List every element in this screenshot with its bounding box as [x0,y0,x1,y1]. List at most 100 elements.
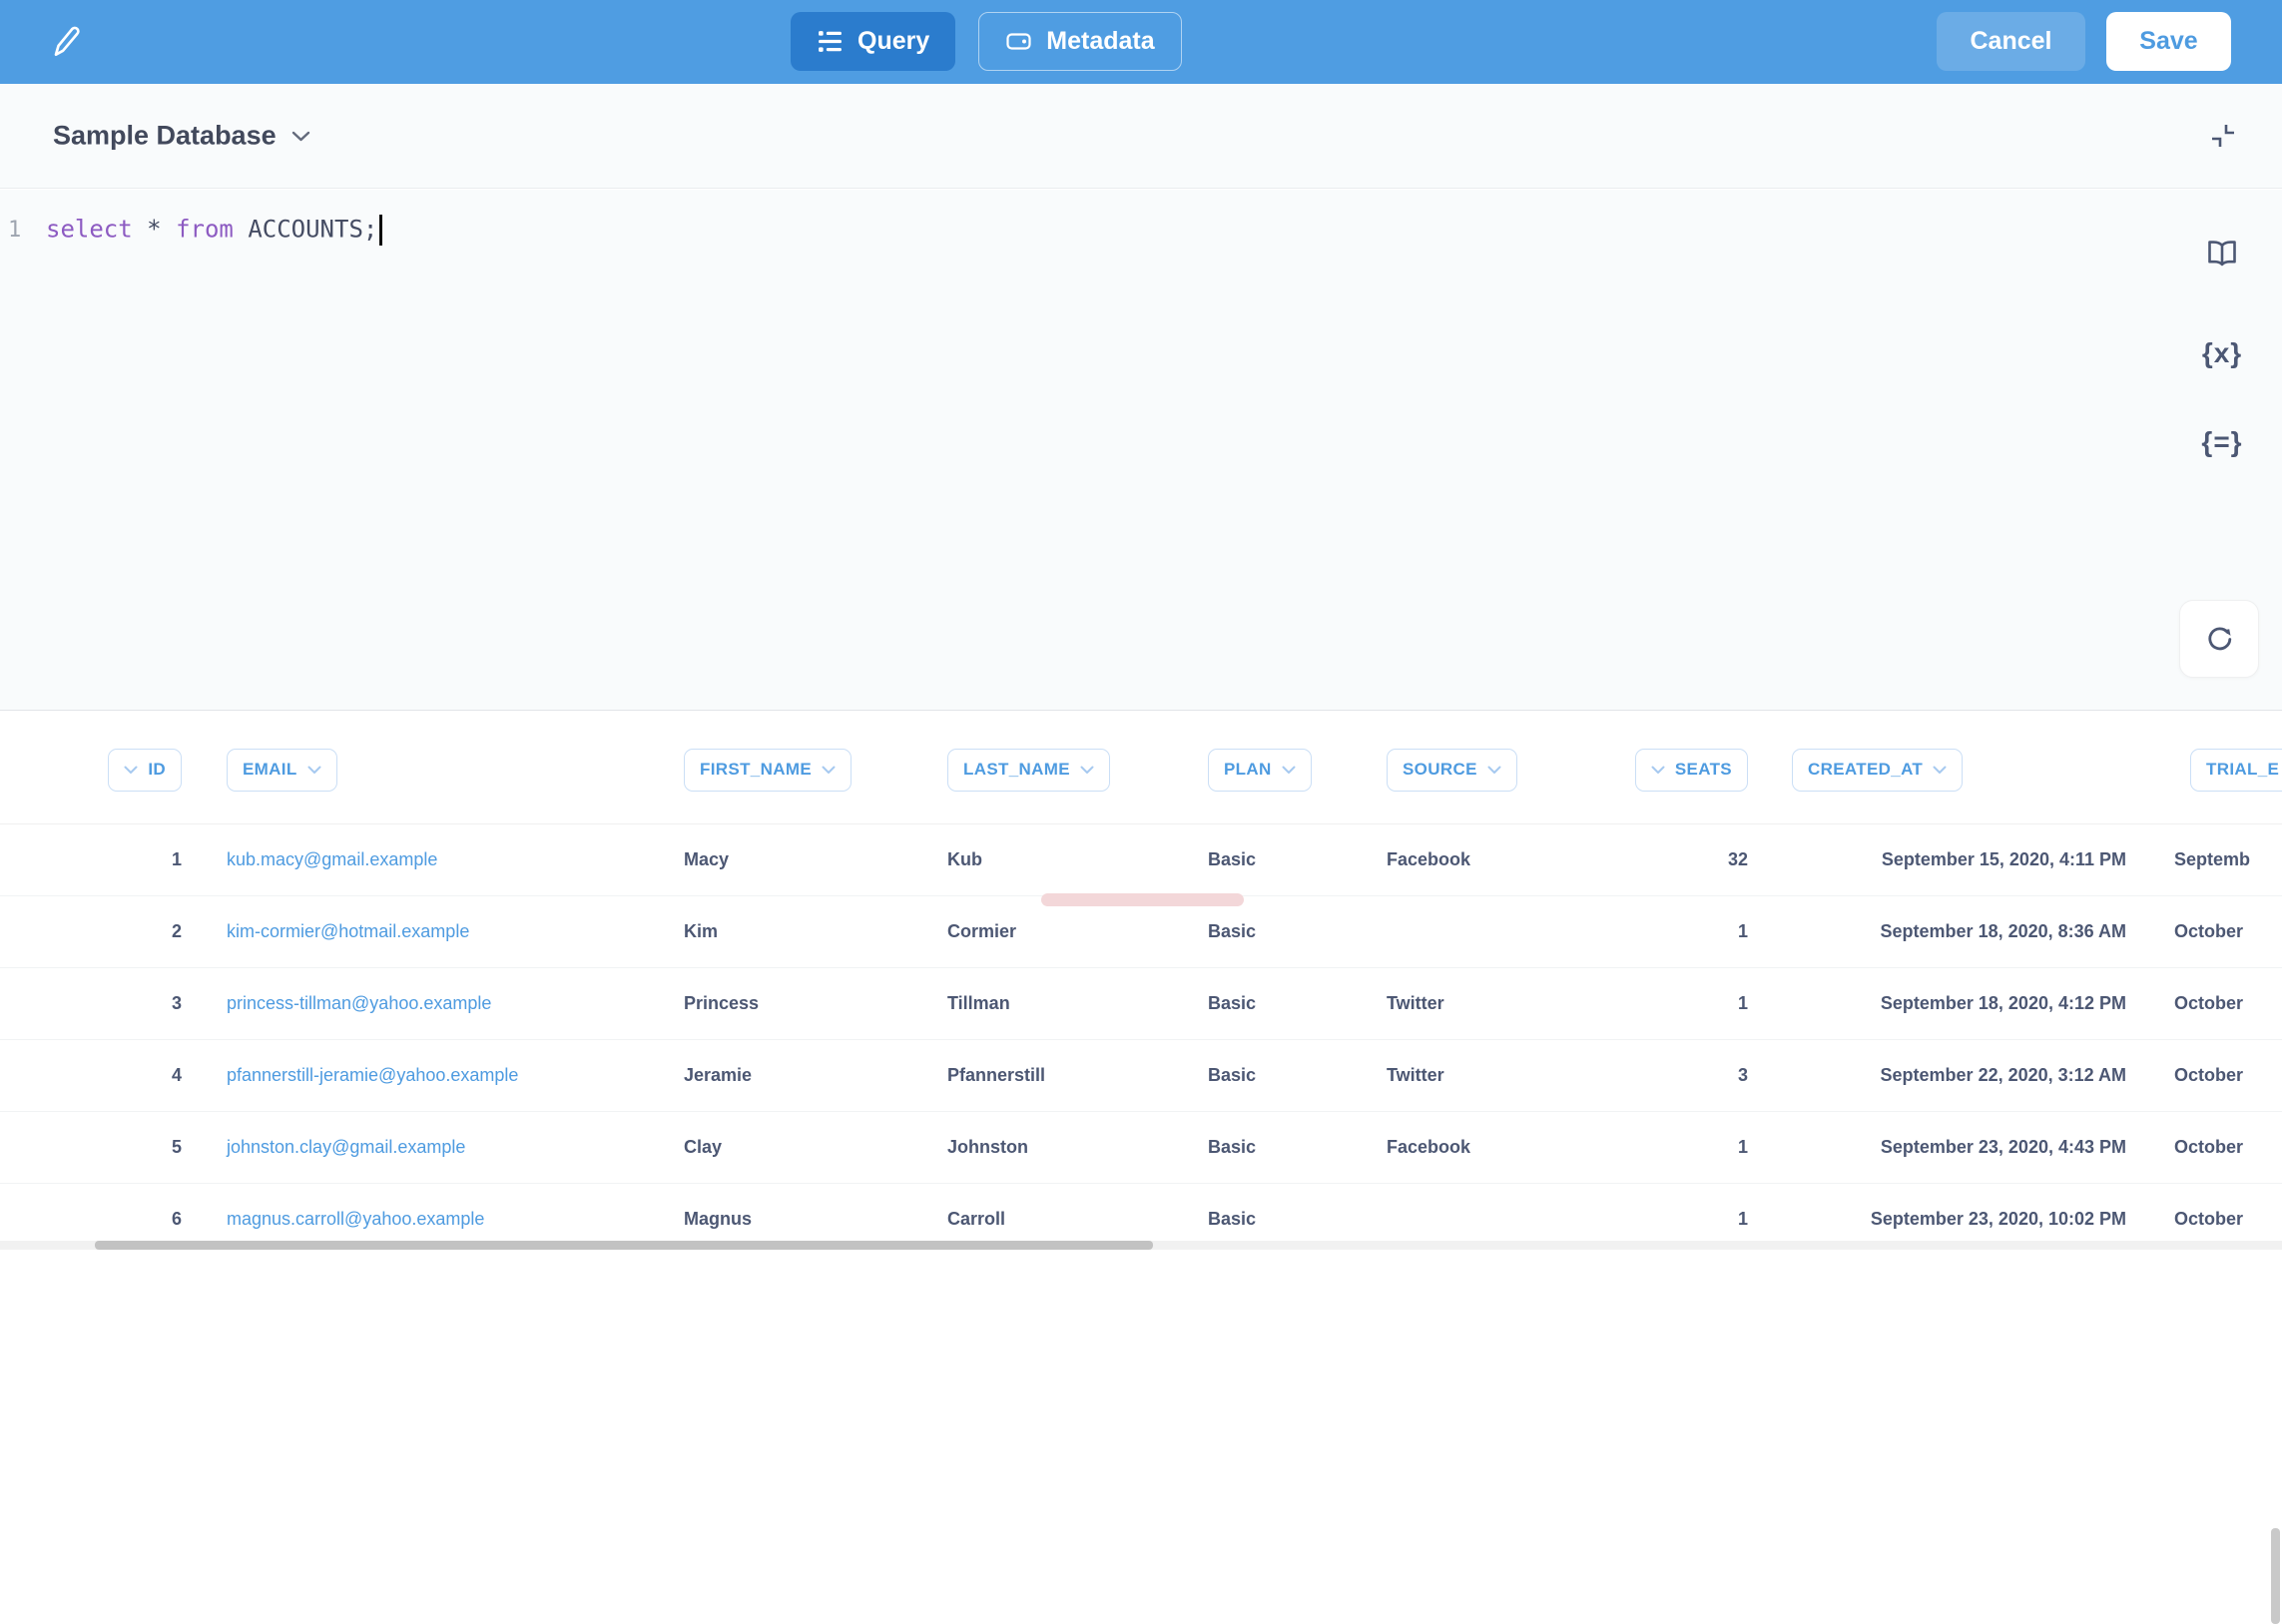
chevron-down-icon [1933,766,1947,775]
cell-trial: October [2153,896,2282,967]
sql-token: ACCOUNTS; [248,215,377,243]
column-label: EMAIL [243,760,297,780]
cell-plan: Basic [1183,896,1366,967]
cell-source: Facebook [1366,824,1581,895]
results-header: ID EMAIL FIRST_NAME LAST_NAME PLAN SOURCE SEAT… [0,712,2282,824]
line-number: 1 [0,218,46,243]
tab-metadata[interactable]: Metadata [978,12,1181,71]
cell-email[interactable]: kub.macy@gmail.example [200,824,662,895]
tab-query[interactable]: Query [791,12,955,71]
column-label: FIRST_NAME [700,760,812,780]
collapse-editor-icon[interactable] [2204,117,2242,155]
save-button[interactable]: Save [2106,12,2231,71]
tag-icon [1005,28,1032,55]
horizontal-scrollbar[interactable] [95,1241,1153,1250]
header-cell-id: ID [0,716,200,823]
cell-last_name: Johnston [928,1112,1183,1183]
sql-token: from [176,215,234,243]
cell-plan: Basic [1183,824,1366,895]
cell-id: 5 [0,1112,200,1183]
table-row: 3princess-tillman@yahoo.examplePrincessT… [0,968,2282,1040]
cell-trial: October [2153,1112,2282,1183]
cell-last_name: Tillman [928,968,1183,1039]
cell-seats: 1 [1581,896,1775,967]
sql-token [133,215,147,243]
top-bar: Query Metadata Cancel Save [0,0,2282,84]
pencil-icon[interactable] [50,24,82,60]
header-cell-created_at: CREATED_AT [1775,716,2153,823]
chevron-down-icon [1282,766,1296,775]
cell-plan: Basic [1183,968,1366,1039]
column-header-first_name[interactable]: FIRST_NAME [684,749,852,792]
cell-id: 4 [0,1040,200,1111]
cell-last_name: Kub [928,824,1183,895]
header-cell-email: EMAIL [200,716,662,823]
cell-trial: October [2153,1184,2282,1242]
column-header-last_name[interactable]: LAST_NAME [947,749,1110,792]
column-header-source[interactable]: SOURCE [1387,749,1517,792]
chevron-down-icon [1080,766,1094,775]
table-row: 2kim-cormier@hotmail.exampleKimCormierBa… [0,896,2282,968]
sql-token [162,215,176,243]
cell-email[interactable]: princess-tillman@yahoo.example [200,968,662,1039]
cell-email[interactable]: johnston.clay@gmail.example [200,1112,662,1183]
column-header-email[interactable]: EMAIL [227,749,337,792]
sql-editor[interactable]: 1 select * from ACCOUNTS; {x} {=} [0,190,2282,711]
cell-seats: 1 [1581,1184,1775,1242]
resize-drag-handle[interactable] [1041,893,1244,906]
cell-plan: Basic [1183,1040,1366,1111]
cell-source [1366,1184,1581,1242]
cell-trial: October [2153,968,2282,1039]
column-header-trial[interactable]: TRIAL_E [2190,749,2282,792]
column-label: SEATS [1675,760,1732,780]
column-label: LAST_NAME [963,760,1070,780]
column-header-seats[interactable]: SEATS [1635,749,1748,792]
refresh-button[interactable] [2179,600,2259,678]
cancel-button[interactable]: Cancel [1937,12,2085,71]
horizontal-scrollbar-track [0,1241,2282,1250]
text-cursor [379,215,382,246]
vertical-scrollbar[interactable] [2271,1528,2280,1624]
chevron-down-icon [1487,766,1501,775]
view-tabs: Query Metadata [791,12,1182,71]
tab-query-label: Query [857,27,929,56]
variables-icon[interactable]: {=} [2201,426,2242,458]
column-label: TRIAL_E [2206,760,2279,780]
cell-email[interactable]: magnus.carroll@yahoo.example [200,1184,662,1242]
header-cell-source: SOURCE [1366,716,1581,823]
cell-first_name: Magnus [662,1184,928,1242]
chevron-down-icon [822,766,836,775]
sql-token: select [46,215,133,243]
column-header-plan[interactable]: PLAN [1208,749,1312,792]
table-row: 4pfannerstill-jeramie@yahoo.exampleJeram… [0,1040,2282,1112]
database-bar: Sample Database [0,84,2282,189]
chevron-down-icon [124,766,138,775]
data-reference-book-icon[interactable] [2204,238,2240,270]
cell-email[interactable]: pfannerstill-jeramie@yahoo.example [200,1040,662,1111]
results-rows: 1kub.macy@gmail.exampleMacyKubBasicFaceb… [0,824,2282,1242]
cell-seats: 1 [1581,968,1775,1039]
cell-created_at: September 23, 2020, 10:02 PM [1775,1184,2153,1242]
cell-seats: 32 [1581,824,1775,895]
cell-first_name: Jeramie [662,1040,928,1111]
column-header-id[interactable]: ID [108,749,182,792]
header-cell-plan: PLAN [1183,716,1366,823]
cell-id: 6 [0,1184,200,1242]
cell-plan: Basic [1183,1184,1366,1242]
cell-source [1366,896,1581,967]
sql-code: select * from ACCOUNTS; [46,215,382,246]
database-name: Sample Database [53,121,277,152]
cell-first_name: Kim [662,896,928,967]
column-header-created_at[interactable]: CREATED_AT [1792,749,1963,792]
cell-plan: Basic [1183,1112,1366,1183]
tab-metadata-label: Metadata [1046,27,1154,56]
database-selector[interactable]: Sample Database [53,121,310,152]
cell-first_name: Macy [662,824,928,895]
header-cell-trial: TRIAL_E [2153,716,2282,823]
snippet-icon[interactable]: {x} [2202,337,2242,369]
sql-token: * [147,215,161,243]
table-row: 5johnston.clay@gmail.exampleClayJohnston… [0,1112,2282,1184]
table-row: 6magnus.carroll@yahoo.exampleMagnusCarro… [0,1184,2282,1242]
chevron-down-icon [307,766,321,775]
cell-email[interactable]: kim-cormier@hotmail.example [200,896,662,967]
